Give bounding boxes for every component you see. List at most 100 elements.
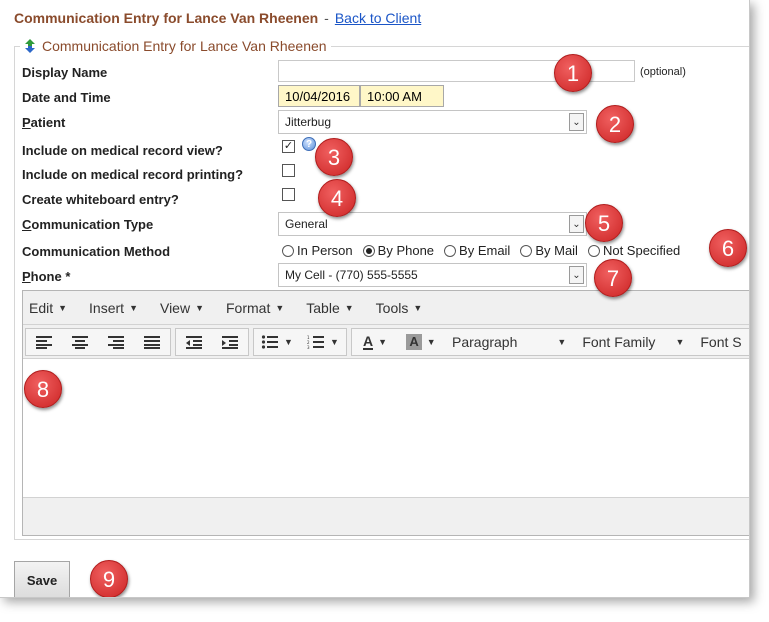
paragraph-dropdown[interactable]: Paragraph ▼ bbox=[444, 334, 574, 350]
chevron-down-icon: ⌄ bbox=[569, 215, 584, 233]
record-view-checkbox[interactable]: ✓ bbox=[282, 140, 295, 153]
annotation-marker-7: 7 bbox=[594, 259, 632, 297]
optional-hint: (optional) bbox=[640, 66, 686, 78]
indent-icon bbox=[222, 335, 238, 349]
caret-down-icon: ▼ bbox=[129, 302, 138, 313]
bullet-list-icon bbox=[261, 334, 279, 349]
annotation-marker-3: 3 bbox=[315, 138, 353, 176]
chevron-down-icon: ⌄ bbox=[569, 266, 584, 284]
radio-not-specified[interactable]: Not Specified bbox=[587, 243, 680, 258]
editor-content-area[interactable] bbox=[23, 361, 749, 497]
radio-label: By Mail bbox=[535, 243, 578, 258]
question-mark-icon[interactable]: ? bbox=[302, 137, 316, 151]
whiteboard-checkbox[interactable] bbox=[282, 188, 295, 201]
caret-down-icon: ▼ bbox=[58, 302, 68, 313]
page-title: Communication Entry for Lance Van Rheene… bbox=[14, 10, 319, 26]
record-printing-checkbox[interactable] bbox=[282, 164, 295, 177]
caret-down-icon: ▼ bbox=[426, 336, 436, 347]
comm-method-radio-group: In Person By Phone By Email By Mail Not … bbox=[282, 243, 680, 258]
svg-text:3: 3 bbox=[307, 345, 310, 349]
date-input[interactable] bbox=[278, 85, 360, 107]
time-input[interactable] bbox=[360, 85, 444, 107]
whiteboard-label: Create whiteboard entry? bbox=[22, 192, 179, 207]
editor-menubar: Edit ▼ Insert ▼ View ▼ Format ▼ Table ▼ Tools… bbox=[23, 291, 749, 325]
caret-down-icon: ▼ bbox=[557, 336, 567, 347]
save-button[interactable]: Save bbox=[14, 561, 70, 597]
radio-button[interactable] bbox=[282, 244, 294, 257]
radio-button[interactable] bbox=[520, 244, 533, 257]
radio-button[interactable] bbox=[587, 244, 600, 257]
annotation-marker-4: 4 bbox=[318, 179, 356, 217]
chevron-down-icon: ⌄ bbox=[569, 113, 584, 131]
phone-select[interactable]: My Cell - (770) 555-5555 ⌄ bbox=[278, 263, 587, 287]
bullet-list-button[interactable]: ▼ bbox=[254, 329, 300, 355]
back-to-client-link[interactable]: Back to Client bbox=[335, 10, 421, 26]
patient-label-accesskey: P bbox=[22, 115, 31, 130]
menu-label: Tools bbox=[375, 299, 409, 316]
menu-table[interactable]: Table ▼ bbox=[306, 300, 353, 316]
comm-type-label-accesskey: C bbox=[22, 217, 32, 232]
radio-button-selected[interactable] bbox=[362, 244, 375, 257]
annotation-marker-2: 2 bbox=[596, 105, 634, 143]
font-family-dropdown[interactable]: Font Family ▼ bbox=[574, 334, 692, 350]
align-right-button[interactable] bbox=[98, 329, 134, 355]
patient-label: Patient bbox=[22, 115, 65, 130]
menu-tools[interactable]: Tools ▼ bbox=[376, 300, 423, 316]
align-left-button[interactable] bbox=[26, 329, 62, 355]
annotation-marker-1: 1 bbox=[554, 54, 592, 92]
comm-type-label: Communication Type bbox=[22, 217, 153, 232]
text-color-button[interactable]: A ▼ bbox=[352, 329, 398, 355]
outdent-button[interactable] bbox=[176, 329, 212, 355]
header-separator: - bbox=[324, 10, 329, 26]
comm-type-select[interactable]: General ⌄ bbox=[278, 212, 587, 236]
indent-button[interactable] bbox=[212, 329, 248, 355]
annotation-marker-6: 6 bbox=[709, 229, 747, 267]
phone-label-rest: hone * bbox=[30, 269, 71, 284]
annotation-marker-9: 9 bbox=[90, 560, 128, 597]
menu-insert[interactable]: Insert ▼ bbox=[89, 300, 138, 316]
align-center-button[interactable] bbox=[62, 329, 98, 355]
menu-label: Edit bbox=[29, 299, 54, 316]
radio-in-person[interactable]: In Person bbox=[282, 243, 353, 258]
text-color-icon: A bbox=[362, 332, 374, 350]
phone-label: Phone * bbox=[22, 269, 70, 284]
menu-format[interactable]: Format ▼ bbox=[226, 300, 284, 316]
comm-type-label-rest: ommunication Type bbox=[31, 217, 154, 232]
radio-by-phone[interactable]: By Phone bbox=[362, 243, 435, 258]
color-group: A ▼ A ▼ Paragraph ▼ Font Family ▼ Font S bbox=[351, 327, 749, 356]
caret-down-icon: ▼ bbox=[284, 336, 293, 347]
align-justify-icon bbox=[144, 335, 160, 349]
caret-down-icon: ▼ bbox=[344, 302, 354, 313]
caret-down-icon: ▼ bbox=[195, 302, 204, 313]
radio-button[interactable] bbox=[444, 244, 457, 257]
up-down-arrows-icon bbox=[25, 39, 35, 53]
dropdown-label: Font S bbox=[700, 333, 742, 350]
numbered-list-button[interactable]: 123 ▼ bbox=[300, 329, 346, 355]
patient-label-rest: atient bbox=[30, 115, 66, 130]
background-color-button[interactable]: A ▼ bbox=[398, 329, 444, 355]
comm-method-label: Communication Method bbox=[22, 244, 171, 259]
phone-label-accesskey: P bbox=[22, 269, 31, 284]
radio-by-mail[interactable]: By Mail bbox=[520, 243, 578, 258]
record-printing-label: Include on medical record printing? bbox=[22, 167, 244, 182]
radio-by-email[interactable]: By Email bbox=[444, 243, 510, 258]
menu-edit[interactable]: Edit ▼ bbox=[29, 300, 67, 316]
indent-group bbox=[175, 327, 249, 356]
align-justify-button[interactable] bbox=[134, 329, 170, 355]
align-right-icon bbox=[108, 335, 124, 349]
patient-select-value: Jitterbug bbox=[285, 115, 332, 129]
caret-down-icon: ▼ bbox=[275, 302, 285, 313]
radio-label: By Phone bbox=[377, 243, 435, 258]
menu-label: Table bbox=[306, 299, 340, 316]
align-left-icon bbox=[36, 335, 52, 349]
comm-type-select-value: General bbox=[285, 217, 328, 231]
radio-label: In Person bbox=[297, 243, 353, 258]
page-sheet: Communication Entry for Lance Van Rheene… bbox=[0, 0, 750, 598]
menu-view[interactable]: View ▼ bbox=[160, 300, 204, 316]
editor-toolbar: ▼ 123 ▼ A ▼ A ▼ Paragraph ▼ Font Family ▼ bbox=[23, 325, 749, 359]
caret-down-icon: ▼ bbox=[413, 302, 423, 313]
patient-select[interactable]: Jitterbug ⌄ bbox=[278, 110, 587, 134]
numbered-list-icon: 123 bbox=[307, 335, 325, 349]
font-size-dropdown[interactable]: Font S bbox=[692, 334, 749, 350]
background-color-icon: A bbox=[406, 333, 422, 350]
